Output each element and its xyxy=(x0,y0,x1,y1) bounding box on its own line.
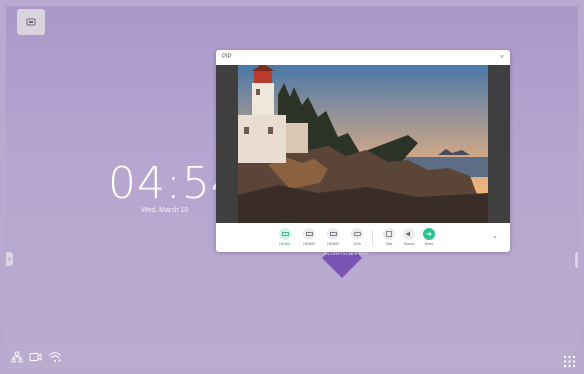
app-switch-button[interactable] xyxy=(17,9,45,35)
status-icons xyxy=(11,351,62,363)
desktop-screen: 04:54 Wed, March 10 › Screenshare Pro PI… xyxy=(6,6,578,368)
wifi-icon[interactable] xyxy=(48,351,62,363)
apps-grid-icon[interactable] xyxy=(564,356,575,367)
clock-date: Wed, March 10 xyxy=(141,207,189,214)
app-switch-icon xyxy=(26,18,36,26)
enter-label: Enter xyxy=(424,242,434,246)
resize-icon xyxy=(383,228,395,240)
pip-window[interactable]: PIP × HDMI1 HDMI2 HDMI3 VGA Size Sound E… xyxy=(216,50,510,252)
camera-icon[interactable] xyxy=(29,351,42,363)
source-hdmi2-button[interactable]: HDMI2 xyxy=(296,228,322,246)
vga-icon xyxy=(351,228,363,240)
screenshare-label: Screenshare Pro xyxy=(323,251,369,257)
pip-titlebar[interactable]: PIP × xyxy=(216,50,510,64)
source-hdmi3-button[interactable]: HDMI3 xyxy=(320,228,346,246)
hdmi-icon xyxy=(303,228,315,240)
chevron-right-icon: › xyxy=(8,255,11,263)
source-vga-button[interactable]: VGA xyxy=(344,228,370,246)
hdmi-icon xyxy=(279,228,291,240)
network-icon[interactable] xyxy=(11,351,23,363)
pip-video-preview xyxy=(216,65,510,223)
close-icon[interactable]: × xyxy=(500,54,504,61)
enter-arrow-icon xyxy=(423,228,435,240)
speaker-icon xyxy=(403,228,415,240)
source-label: HDMI1 xyxy=(279,242,291,246)
lighthouse-scene-image xyxy=(238,65,488,223)
pip-title: PIP xyxy=(222,54,232,60)
source-hdmi1-button[interactable]: HDMI1 xyxy=(272,228,298,246)
enter-button[interactable]: Enter xyxy=(416,228,442,246)
pip-toolbar: HDMI1 HDMI2 HDMI3 VGA Size Sound Enter ⌄ xyxy=(216,226,510,252)
left-drawer-handle[interactable]: › xyxy=(6,252,13,266)
source-label: VGA xyxy=(353,242,361,246)
chevron-down-icon[interactable]: ⌄ xyxy=(492,232,498,240)
source-label: HDMI2 xyxy=(303,242,315,246)
source-label: HDMI3 xyxy=(327,242,339,246)
toolbar-divider xyxy=(372,230,373,246)
hdmi-icon xyxy=(327,228,339,240)
right-drawer-handle[interactable] xyxy=(575,252,578,268)
